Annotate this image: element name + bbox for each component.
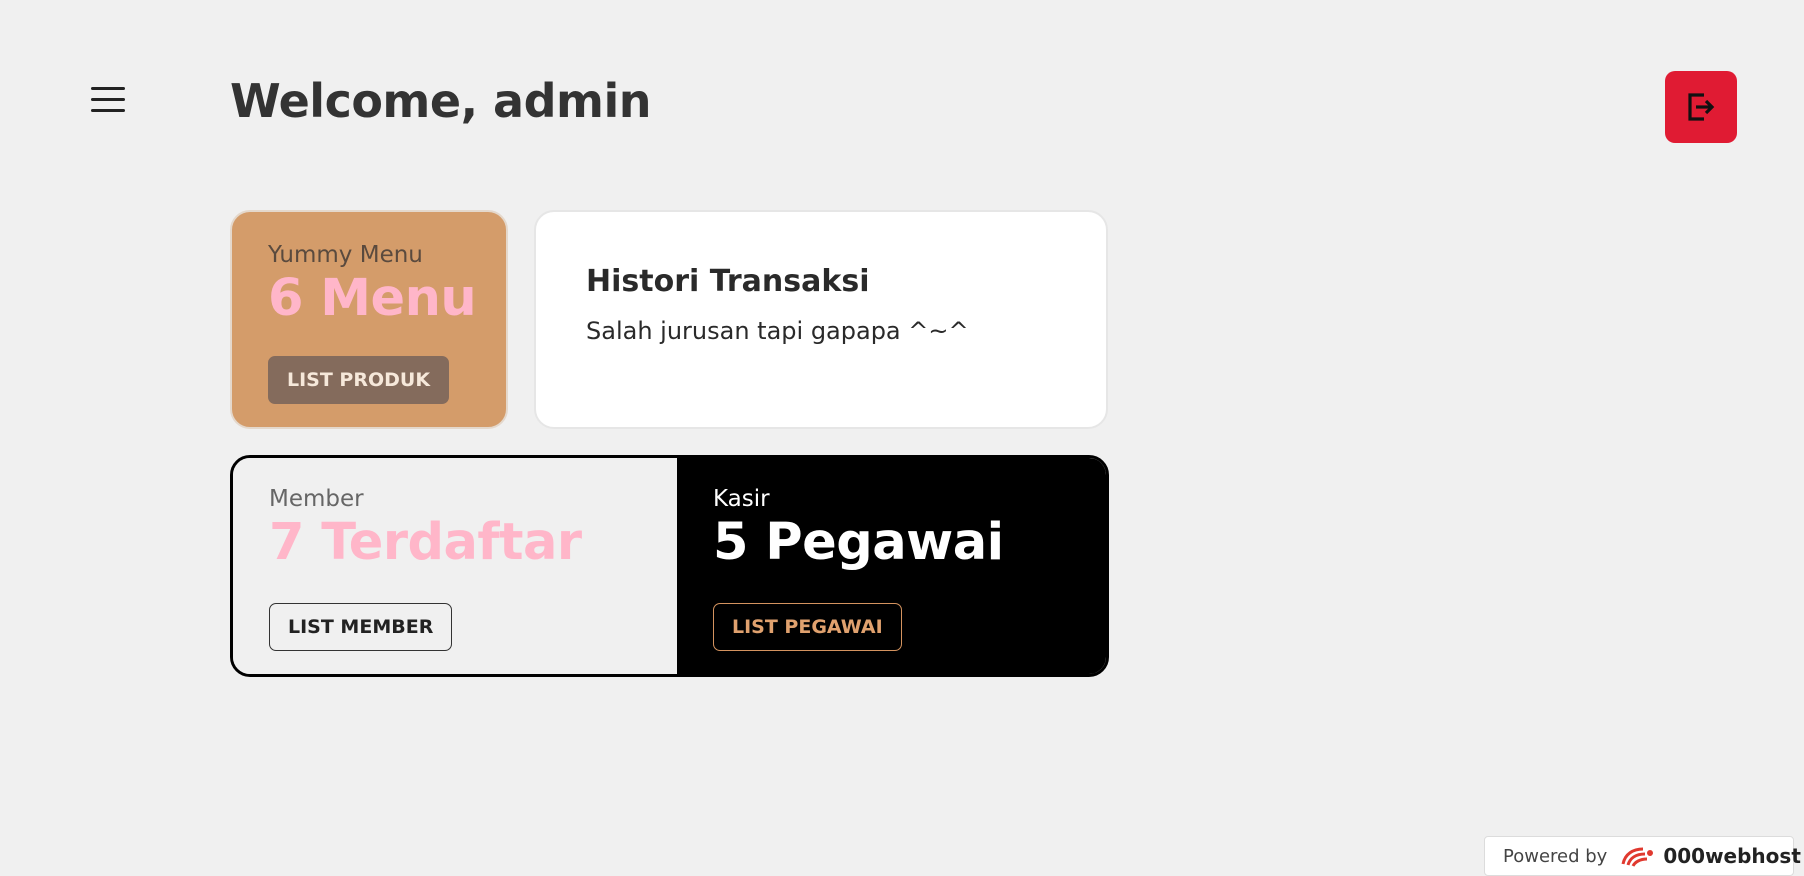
list-produk-button[interactable]: LIST PRODUK [268, 356, 450, 404]
histori-transaksi-card[interactable]: Histori Transaksi Salah jurusan tapi gap… [534, 210, 1108, 429]
page-title: Welcome, admin [230, 74, 651, 128]
kasir-card-value: 5 Pegawai [713, 513, 1004, 572]
menu-card-label: Yummy Menu [268, 242, 423, 268]
logout-icon [1688, 93, 1715, 121]
member-card-value: 7 Terdaftar [269, 513, 582, 572]
hamburger-line [91, 87, 125, 90]
webhost-brand: 000webhost [1663, 844, 1801, 868]
hamburger-line [91, 98, 125, 101]
member-panel: Member 7 Terdaftar LIST MEMBER [233, 458, 677, 674]
logout-button[interactable] [1665, 71, 1737, 143]
member-card-label: Member [269, 486, 364, 512]
menu-summary-card: Yummy Menu 6 Menu LIST PRODUK [230, 210, 508, 429]
kasir-panel: Kasir 5 Pegawai LIST PEGAWAI [677, 458, 1106, 674]
list-pegawai-button[interactable]: LIST PEGAWAI [713, 603, 902, 651]
histori-card-title: Histori Transaksi [586, 264, 870, 299]
hamburger-menu-button[interactable] [88, 84, 128, 118]
list-member-button[interactable]: LIST MEMBER [269, 603, 453, 651]
member-kasir-card: Member 7 Terdaftar LIST MEMBER Kasir 5 P… [230, 455, 1109, 677]
webhost-logo-icon [1619, 844, 1657, 868]
powered-by-text: Powered by [1503, 845, 1608, 867]
histori-card-subtitle: Salah jurusan tapi gapapa ^~^ [586, 317, 969, 345]
powered-by-badge[interactable]: Powered by 000webhost [1484, 836, 1801, 876]
menu-card-value: 6 Menu [268, 269, 477, 328]
hamburger-line [91, 109, 125, 112]
kasir-card-label: Kasir [713, 486, 770, 512]
